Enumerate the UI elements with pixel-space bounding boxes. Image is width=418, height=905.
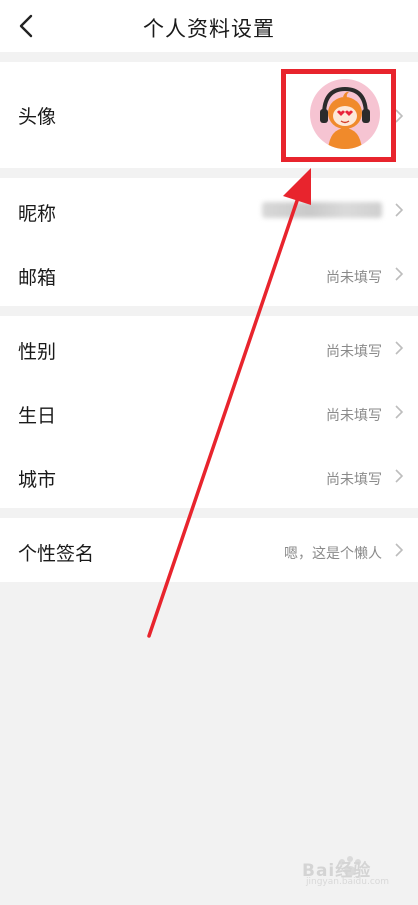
gender-label: 性别 (18, 341, 57, 363)
email-value: 尚未填写 (326, 270, 382, 286)
birthday-label: 生日 (18, 405, 57, 427)
email-row[interactable]: 邮箱 尚未填写 (0, 242, 418, 306)
city-value: 尚未填写 (326, 472, 382, 488)
chevron-right-icon (395, 469, 404, 483)
birthday-row[interactable]: 生日 尚未填写 (0, 380, 418, 444)
city-label: 城市 (18, 469, 57, 491)
chevron-right-icon (395, 341, 404, 355)
gender-value: 尚未填写 (326, 344, 382, 360)
gender-row[interactable]: 性别 尚未填写 (0, 316, 418, 380)
birthday-value: 尚未填写 (326, 408, 382, 424)
watermark-logo: Bai经验 jingyan.baidu.com (298, 852, 408, 892)
nickname-label: 昵称 (18, 203, 57, 225)
chevron-right-icon (395, 405, 404, 419)
signature-value: 嗯，这是个懒人 (284, 546, 382, 562)
top-bar: 个人资料设置 (0, 0, 418, 52)
chevron-right-icon (395, 543, 404, 557)
email-label: 邮箱 (18, 267, 57, 289)
avatar-label: 头像 (18, 106, 57, 128)
nickname-value-blurred (262, 202, 382, 218)
watermark-site: jingyan.baidu.com (306, 877, 390, 887)
signature-row[interactable]: 个性签名 嗯，这是个懒人 (0, 518, 418, 582)
page-title: 个人资料设置 (143, 17, 275, 41)
city-row[interactable]: 城市 尚未填写 (0, 444, 418, 508)
nickname-row[interactable]: 昵称 (0, 178, 418, 242)
annotation-highlight-box (281, 69, 396, 162)
chevron-right-icon (395, 267, 404, 281)
signature-label: 个性签名 (18, 543, 95, 565)
chevron-right-icon (395, 203, 404, 217)
